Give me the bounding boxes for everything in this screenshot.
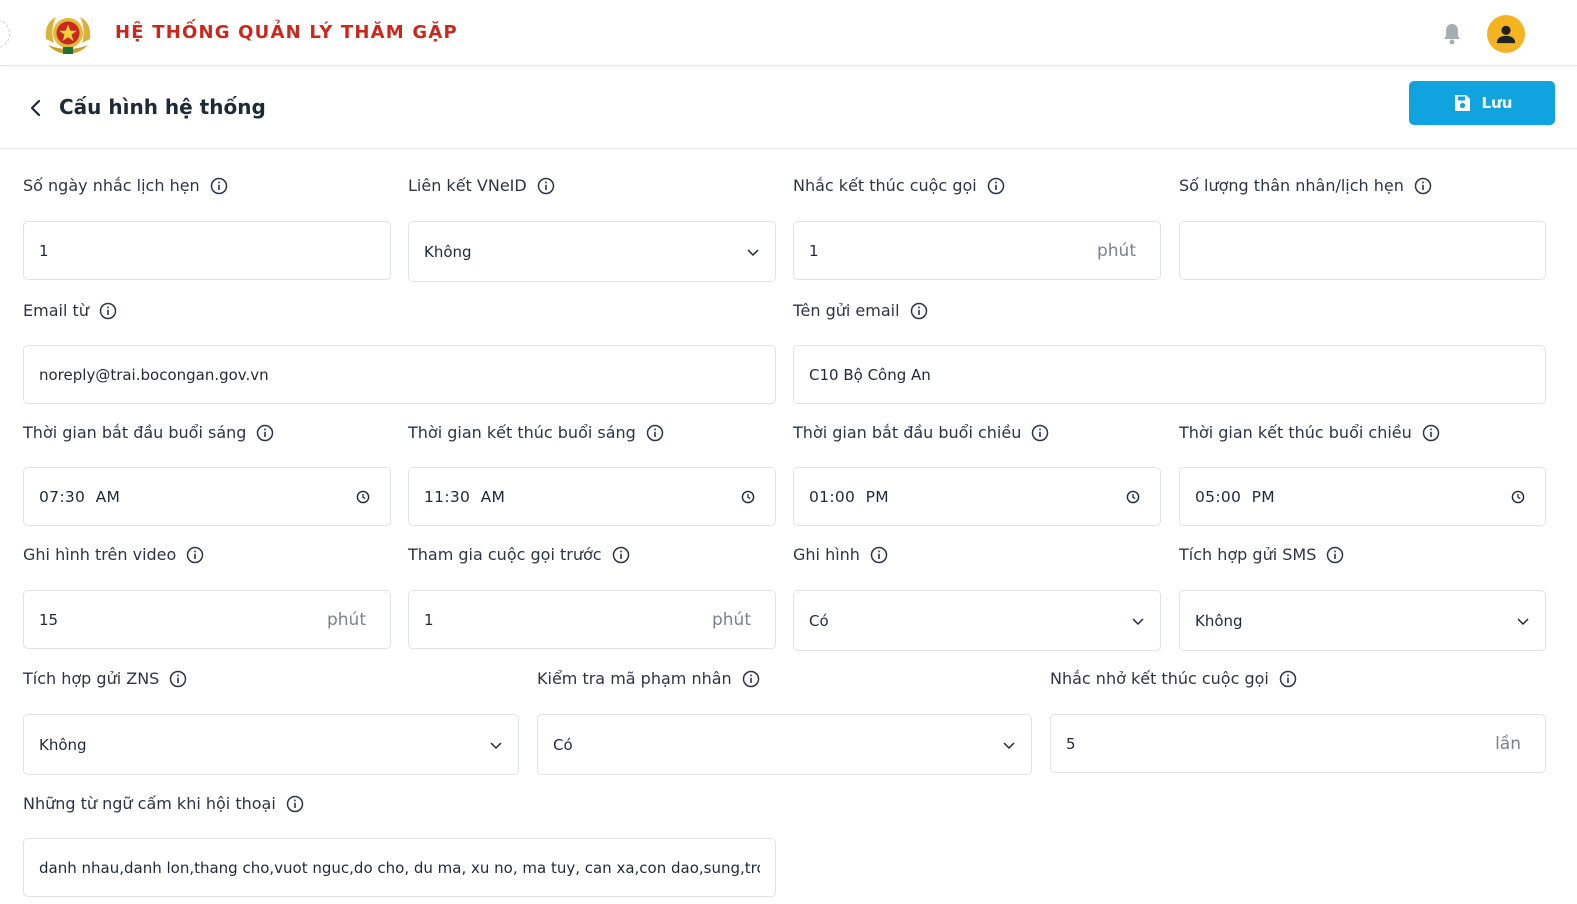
info-icon[interactable] <box>169 670 187 688</box>
info-icon[interactable] <box>256 424 274 442</box>
forbidden-words-label: Những từ ngữ cấm khi hội thoại <box>23 794 304 813</box>
info-icon[interactable] <box>1279 670 1297 688</box>
zns-integration-label: Tích hợp gửi ZNS <box>23 669 187 688</box>
unit-suffix: phút <box>711 609 751 630</box>
email-from-input[interactable]: noreply@trai.bocongan.gov.vn <box>23 345 776 404</box>
morning-start-label: Thời gian bắt đầu buổi sáng <box>23 423 274 442</box>
morning-start-time-input[interactable]: 07:30 AM <box>23 467 391 526</box>
clock-icon[interactable] <box>1126 490 1140 504</box>
chevron-down-icon <box>1132 617 1144 625</box>
page-header: Cấu hình hệ thống Lưu <box>0 66 1577 149</box>
morning-end-label: Thời gian kết thúc buổi sáng <box>408 423 664 442</box>
reminder-days-input[interactable]: 1 <box>23 221 391 280</box>
clock-icon[interactable] <box>356 490 370 504</box>
afternoon-end-label: Thời gian kết thúc buổi chiều <box>1179 423 1440 442</box>
user-avatar[interactable] <box>1487 15 1525 53</box>
info-icon[interactable] <box>286 795 304 813</box>
app-title: HỆ THỐNG QUẢN LÝ THĂM GẶP <box>115 22 458 43</box>
afternoon-start-label: Thời gian bắt đầu buổi chiều <box>793 423 1049 442</box>
inmate-code-check-select[interactable]: Có <box>537 714 1032 775</box>
info-icon[interactable] <box>99 302 117 320</box>
inmate-code-check-label: Kiểm tra mã phạm nhân <box>537 669 760 688</box>
video-recording-label: Ghi hình trên video <box>23 545 204 564</box>
email-from-label: Email từ <box>23 301 117 320</box>
unit-suffix: lần <box>1495 733 1521 754</box>
end-call-reminder-times-input[interactable]: 5 lần <box>1050 714 1546 773</box>
info-icon[interactable] <box>870 546 888 564</box>
save-button[interactable]: Lưu <box>1409 81 1555 125</box>
info-icon[interactable] <box>1031 424 1049 442</box>
page-title: Cấu hình hệ thống <box>59 95 266 119</box>
recording-select[interactable]: Có <box>793 590 1161 651</box>
sms-integration-select[interactable]: Không <box>1179 590 1546 651</box>
top-bar: HỆ THỐNG QUẢN LÝ THĂM GẶP <box>0 0 1577 66</box>
police-emblem-icon <box>40 9 96 59</box>
video-recording-input[interactable]: 15 phút <box>23 590 391 649</box>
info-icon[interactable] <box>612 546 630 564</box>
morning-end-time-input[interactable]: 11:30 AM <box>408 467 776 526</box>
back-arrow-icon[interactable] <box>26 98 46 118</box>
chevron-down-icon <box>1003 741 1015 749</box>
unit-suffix: phút <box>326 609 366 630</box>
clock-icon[interactable] <box>741 490 755 504</box>
chevron-down-icon <box>747 248 759 256</box>
relatives-per-appointment-label: Số lượng thân nhân/lịch hẹn <box>1179 176 1432 195</box>
email-sender-name-label: Tên gửi email <box>793 301 928 320</box>
chevron-down-icon <box>490 741 502 749</box>
info-icon[interactable] <box>537 177 555 195</box>
unit-suffix: phút <box>1096 240 1136 261</box>
info-icon[interactable] <box>742 670 760 688</box>
join-call-before-label: Tham gia cuộc gọi trước <box>408 545 630 564</box>
end-call-reminder-label: Nhắc kết thúc cuộc gọi <box>793 176 1005 195</box>
info-icon[interactable] <box>987 177 1005 195</box>
forbidden-words-input[interactable]: danh nhau,danh lon,thang cho,vuot nguc,d… <box>23 838 776 897</box>
info-icon[interactable] <box>646 424 664 442</box>
info-icon[interactable] <box>1414 177 1432 195</box>
info-icon[interactable] <box>910 302 928 320</box>
zns-integration-select[interactable]: Không <box>23 714 519 775</box>
vneid-link-select[interactable]: Không <box>408 221 776 282</box>
info-icon[interactable] <box>186 546 204 564</box>
sms-integration-label: Tích hợp gửi SMS <box>1179 545 1344 564</box>
save-icon <box>1454 95 1470 111</box>
relatives-per-appointment-input[interactable] <box>1179 221 1546 280</box>
vneid-link-label: Liên kết VNeID <box>408 176 555 195</box>
reminder-days-label: Số ngày nhắc lịch hẹn <box>23 176 228 195</box>
end-call-reminder-input[interactable]: 1 phút <box>793 221 1161 280</box>
user-icon <box>1496 25 1516 44</box>
bell-icon[interactable] <box>1440 22 1464 46</box>
end-call-reminder-times-label: Nhắc nhở kết thúc cuộc gọi <box>1050 669 1297 688</box>
afternoon-end-time-input[interactable]: 05:00 PM <box>1179 467 1546 526</box>
info-icon[interactable] <box>210 177 228 195</box>
chevron-down-icon <box>1517 617 1529 625</box>
collapsed-menu-handle[interactable] <box>0 20 10 48</box>
clock-icon[interactable] <box>1511 490 1525 504</box>
save-button-label: Lưu <box>1481 94 1513 112</box>
info-icon[interactable] <box>1422 424 1440 442</box>
join-call-before-input[interactable]: 1 phút <box>408 590 776 649</box>
info-icon[interactable] <box>1326 546 1344 564</box>
afternoon-start-time-input[interactable]: 01:00 PM <box>793 467 1161 526</box>
recording-label: Ghi hình <box>793 545 888 564</box>
email-sender-name-input[interactable]: C10 Bộ Công An <box>793 345 1546 404</box>
